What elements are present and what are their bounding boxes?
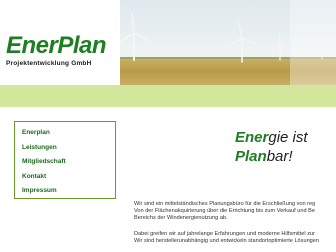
- slogan-line-1-bold: Ener: [235, 129, 269, 146]
- nav-item-mitgliedschaft[interactable]: Mitgliedschaft: [22, 155, 115, 170]
- intro-paragraph-2-line: Wir sind herstellerunabhängig und entwic…: [134, 238, 320, 245]
- slogan-line-1-rest: gie ist: [268, 129, 308, 146]
- slogan-line-2: Planbar!: [235, 147, 308, 166]
- main-navigation: Enerplan Leistungen Mitgliedschaft Konta…: [14, 121, 116, 199]
- nav-item-enerplan[interactable]: Enerplan: [22, 126, 115, 141]
- intro-paragraph-1: Wir sind ein mittelständisches Planungsb…: [134, 201, 315, 223]
- slogan-line-1: Energie ist: [235, 128, 308, 147]
- intro-paragraph-2: Dabei greifen wir auf jahrelange Erfahru…: [134, 231, 319, 245]
- logo[interactable]: EnerPlan: [6, 34, 107, 58]
- intro-paragraph-1-line: Bereichs der Windenergienutzung ab.: [134, 215, 228, 222]
- nav-item-leistungen[interactable]: Leistungen: [22, 141, 115, 156]
- intro-paragraph-2-line: Dabei greifen wir auf jahrelange Erfahru…: [134, 231, 315, 237]
- nav-item-impressum[interactable]: Impressum: [22, 184, 115, 199]
- logo-tagline: Projektentwicklung GmbH: [6, 60, 92, 67]
- slogan-line-2-bold: Plan: [235, 148, 267, 165]
- nav-list: Enerplan Leistungen Mitgliedschaft Konta…: [15, 122, 115, 199]
- nav-item-kontakt[interactable]: Kontakt: [22, 170, 115, 185]
- header-photo-wind-turbines: [120, 0, 336, 85]
- intro-paragraph-1-line: Von der Flächenakquirierung über die Err…: [134, 208, 315, 215]
- slogan-line-2-rest: bar!: [266, 148, 293, 165]
- header-band: [0, 85, 336, 107]
- intro-paragraph-1-line: Wir sind ein mittelständisches Planungsb…: [134, 201, 316, 207]
- slogan: Energie ist Planbar!: [235, 128, 308, 166]
